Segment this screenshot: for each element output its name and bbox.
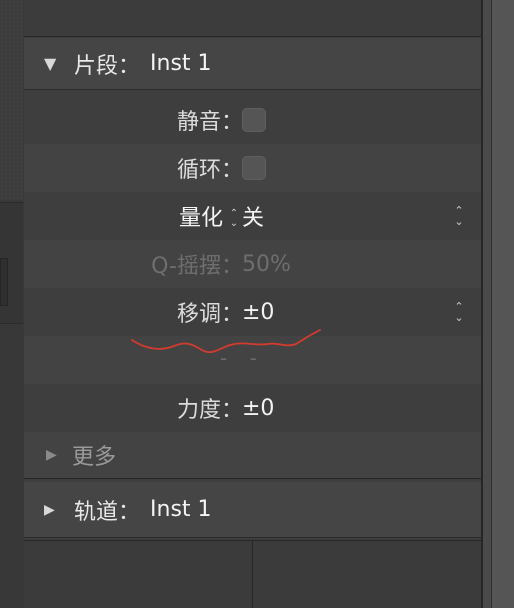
region-header-label: 片段： <box>74 53 141 79</box>
channel-strip-divider <box>252 541 253 608</box>
inspector-top-area <box>24 0 481 37</box>
loop-checkbox[interactable] <box>242 156 266 180</box>
placeholder-dashes: - - <box>220 346 265 370</box>
q-swing-row: Q-摇摆： 50% <box>24 240 481 288</box>
transpose-label: 移调： <box>176 302 243 327</box>
track-header-label: 轨道： <box>74 499 141 525</box>
q-swing-label: Q-摇摆： <box>151 254 243 279</box>
mute-label: 静音： <box>176 110 243 135</box>
triangle-down-icon[interactable]: ▼ <box>44 54 74 73</box>
velocity-row[interactable]: 力度： ±0 <box>24 384 481 432</box>
region-name[interactable]: Inst 1 <box>150 51 212 76</box>
up-down-chevron-icon[interactable]: ⌃ ⌄ <box>451 202 467 230</box>
triangle-right-icon[interactable]: ▶ <box>44 502 74 518</box>
editor-left-strip <box>0 0 25 608</box>
track-name[interactable]: Inst 1 <box>150 497 212 522</box>
up-down-chevron-icon[interactable]: ⌃ ⌄ <box>451 298 467 326</box>
quantize-label-wrap[interactable]: 量化 ⌃ ⌄ <box>179 200 241 232</box>
velocity-label: 力度： <box>176 398 243 423</box>
velocity-value[interactable]: ±0 <box>242 396 274 421</box>
quantize-row[interactable]: 量化 ⌃ ⌄ 关 ⌃ ⌄ <box>24 192 481 240</box>
quantize-value[interactable]: 关 <box>242 200 264 232</box>
quantize-label: 量化 <box>178 206 223 231</box>
mute-checkbox[interactable] <box>242 108 266 132</box>
q-swing-value: 50% <box>242 251 291 277</box>
transpose-row[interactable]: 移调： ±0 ⌃ ⌄ <box>24 288 481 336</box>
region-section-header[interactable]: ▼ 片段： Inst 1 <box>24 38 481 90</box>
channel-strip-area <box>24 540 481 608</box>
logic-inspector-window: ▼ 片段： Inst 1 静音： 循环： 量化 ⌃ ⌄ 关 ⌃ ⌄ Q-摇摆： 50% <box>0 0 514 608</box>
loop-label: 循环： <box>176 158 243 183</box>
editor-right-strip <box>481 0 514 608</box>
more-label: 更多 <box>72 445 117 470</box>
left-strip-tab[interactable] <box>0 258 8 306</box>
right-strip-inner <box>491 0 514 608</box>
triangle-right-icon[interactable]: ▶ <box>46 447 72 463</box>
track-section-header[interactable]: ▶ 轨道： Inst 1 <box>24 482 481 538</box>
more-disclosure[interactable]: ▶ 更多 <box>24 432 481 479</box>
up-down-chevron-icon[interactable]: ⌃ ⌄ <box>227 207 241 231</box>
region-inspector-panel: ▼ 片段： Inst 1 静音： 循环： 量化 ⌃ ⌄ 关 ⌃ ⌄ Q-摇摆： 50% <box>24 0 481 608</box>
mute-row: 静音： <box>24 96 481 144</box>
left-strip-upper <box>0 0 23 200</box>
loop-row: 循环： <box>24 144 481 192</box>
transpose-value[interactable]: ±0 <box>242 300 274 325</box>
